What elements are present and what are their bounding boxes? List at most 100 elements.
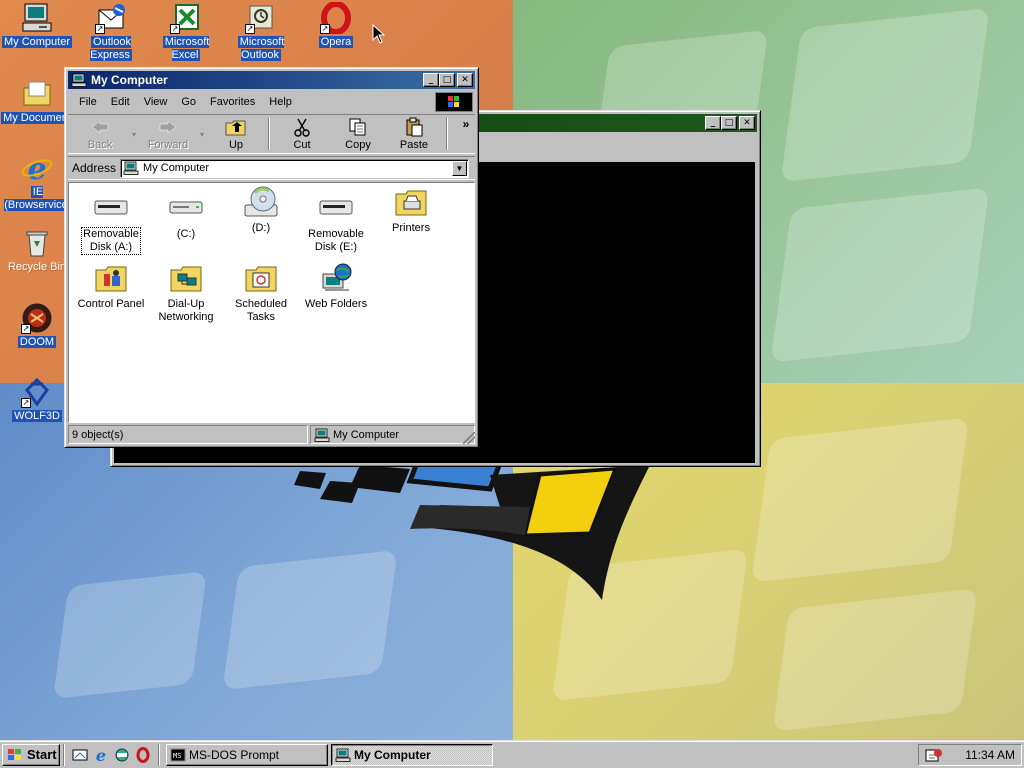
- clipboard-icon: [404, 117, 424, 137]
- maximize-button[interactable]: □: [721, 116, 737, 130]
- desktop-icon-label: My Document: [1, 112, 73, 124]
- folder-icon: [21, 78, 53, 110]
- up-folder-icon: [225, 117, 247, 137]
- minimize-button[interactable]: _: [423, 73, 439, 87]
- close-button[interactable]: ✕: [739, 116, 755, 130]
- menu-file[interactable]: File: [72, 96, 104, 108]
- item-dialup-networking[interactable]: Dial-Up Networking: [149, 261, 223, 324]
- item-removable-disk-e[interactable]: Removable Disk (E:): [299, 191, 373, 254]
- menu-view[interactable]: View: [137, 96, 175, 108]
- windows-logo-graphic: [294, 452, 650, 600]
- internet-explorer-icon[interactable]: e: [92, 746, 110, 764]
- show-desktop-icon[interactable]: [71, 746, 89, 764]
- msdos-icon: MS: [170, 748, 186, 761]
- doom-icon: ↗: [21, 302, 53, 334]
- item-removable-disk-a[interactable]: Removable Disk (A:): [74, 191, 148, 255]
- item-control-panel[interactable]: Control Panel: [74, 261, 148, 311]
- item-drive-d[interactable]: (D:): [224, 185, 298, 235]
- paste-button[interactable]: Paste: [386, 115, 442, 153]
- my-computer-icon: [123, 161, 139, 175]
- svg-text:e: e: [27, 152, 46, 184]
- item-web-folders[interactable]: Web Folders: [299, 261, 373, 311]
- desktop-icon-opera[interactable]: ↗ Opera: [299, 1, 373, 49]
- item-drive-c[interactable]: (C:): [149, 191, 223, 241]
- address-combobox[interactable]: My Computer ▼: [120, 158, 469, 178]
- desktop-icon-label: Microsoft Outlook: [237, 36, 285, 61]
- desktop-icon-label: WOLF3D: [12, 410, 62, 422]
- opera-icon[interactable]: [134, 746, 152, 764]
- opera-icon: ↗: [320, 1, 352, 35]
- forward-arrow-icon: [158, 117, 178, 137]
- menu-bar: File Edit View Go Favorites Help: [68, 91, 475, 112]
- back-button[interactable]: Back: [72, 115, 128, 153]
- back-dropdown-chevron-icon[interactable]: ▾: [128, 115, 140, 153]
- address-bar: Address My Computer ▼: [68, 156, 475, 180]
- forward-button[interactable]: Forward: [140, 115, 196, 153]
- up-button[interactable]: Up: [208, 115, 264, 153]
- minimize-button[interactable]: _: [705, 116, 721, 130]
- address-label: Address: [72, 161, 117, 175]
- my-computer-icon: [21, 2, 53, 34]
- maximize-button[interactable]: □: [439, 73, 455, 87]
- window-title: My Computer: [91, 73, 168, 87]
- my-computer-icon: [71, 73, 87, 87]
- windows-flag-icon: [8, 748, 21, 760]
- task-scheduler-tray-icon[interactable]: [925, 747, 943, 763]
- menu-edit[interactable]: Edit: [104, 96, 137, 108]
- resize-grip-icon[interactable]: [463, 432, 475, 444]
- taskbar-separator: [63, 743, 65, 766]
- close-button[interactable]: ✕: [457, 73, 473, 87]
- menu-go[interactable]: Go: [174, 96, 203, 108]
- desktop-icon-my-computer[interactable]: My Computer: [0, 2, 74, 49]
- desktop-icon-doom[interactable]: ↗ DOOM: [0, 302, 74, 349]
- channels-icon[interactable]: [113, 746, 131, 764]
- floppy-drive-icon: [94, 191, 128, 225]
- desktop-icon-label: Opera: [318, 36, 354, 48]
- desktop-icon-outlook[interactable]: ↗ Microsoft Outlook: [224, 2, 298, 62]
- web-folders-icon: [319, 261, 353, 295]
- explorer-title-bar[interactable]: My Computer _ □ ✕: [68, 71, 475, 89]
- internet-explorer-icon: e: [21, 152, 53, 187]
- item-scheduled-tasks[interactable]: Scheduled Tasks: [224, 261, 298, 324]
- cut-button[interactable]: Cut: [274, 115, 330, 153]
- removable-drive-icon: [319, 191, 353, 225]
- menu-favorites[interactable]: Favorites: [203, 96, 262, 108]
- folder-view[interactable]: Removable Disk (A:) (C:) (D:) Removable Di…: [68, 182, 475, 423]
- back-arrow-icon: [90, 117, 110, 137]
- excel-icon: ↗: [170, 2, 202, 34]
- toolbar-separator: [268, 118, 270, 150]
- desktop-icon-recycle-bin[interactable]: Recycle Bin: [0, 227, 74, 274]
- desktop-icon-outlook-express[interactable]: ↗ Outlook Express: [74, 2, 148, 62]
- svg-text:e: e: [96, 747, 106, 763]
- copy-pages-icon: [348, 117, 368, 137]
- desktop-icon-excel[interactable]: ↗ Microsoft Excel: [149, 2, 223, 62]
- desktop-icon-label: My Computer: [1, 36, 73, 48]
- desktop-icon-my-documents[interactable]: My Document: [0, 78, 74, 125]
- menu-help[interactable]: Help: [262, 96, 299, 108]
- desktop-icon-wolf3d[interactable]: ↗ WOLF3D: [0, 376, 74, 423]
- taskbar-button-my-computer[interactable]: My Computer: [331, 743, 493, 766]
- my-computer-icon: [314, 428, 330, 442]
- quick-launch-bar: e: [68, 746, 155, 764]
- desktop-icon-label: Microsoft Excel: [162, 36, 210, 61]
- my-computer-window[interactable]: My Computer _ □ ✕ File Edit View Go Favo…: [64, 67, 479, 448]
- copy-button[interactable]: Copy: [330, 115, 386, 153]
- dialup-networking-icon: [169, 261, 203, 295]
- desktop-icon-internet-explorer[interactable]: e IE (Browservice: [0, 152, 74, 212]
- start-button[interactable]: Start: [2, 743, 60, 766]
- taskbar: Start e MS MS-DOS Prompt My Computer 11:…: [0, 740, 1024, 768]
- item-printers[interactable]: Printers: [374, 185, 448, 235]
- scheduled-tasks-icon: [244, 261, 278, 295]
- mouse-pointer-icon: [372, 24, 386, 44]
- hard-drive-icon: [169, 191, 203, 225]
- recycle-bin-icon: [21, 227, 53, 259]
- address-value: My Computer: [143, 162, 210, 174]
- desktop-icon-label: IE (Browservice: [4, 186, 70, 211]
- desktop-icon-label: DOOM: [17, 336, 57, 348]
- clock[interactable]: 11:34 AM: [965, 748, 1015, 762]
- status-object-count: 9 object(s): [68, 425, 308, 444]
- forward-dropdown-chevron-icon[interactable]: ▾: [196, 115, 208, 153]
- toolbar-overflow-chevron-icon[interactable]: »: [457, 115, 475, 153]
- taskbar-button-msdos-prompt[interactable]: MS MS-DOS Prompt: [166, 743, 328, 766]
- address-dropdown-chevron-icon[interactable]: ▼: [452, 160, 467, 176]
